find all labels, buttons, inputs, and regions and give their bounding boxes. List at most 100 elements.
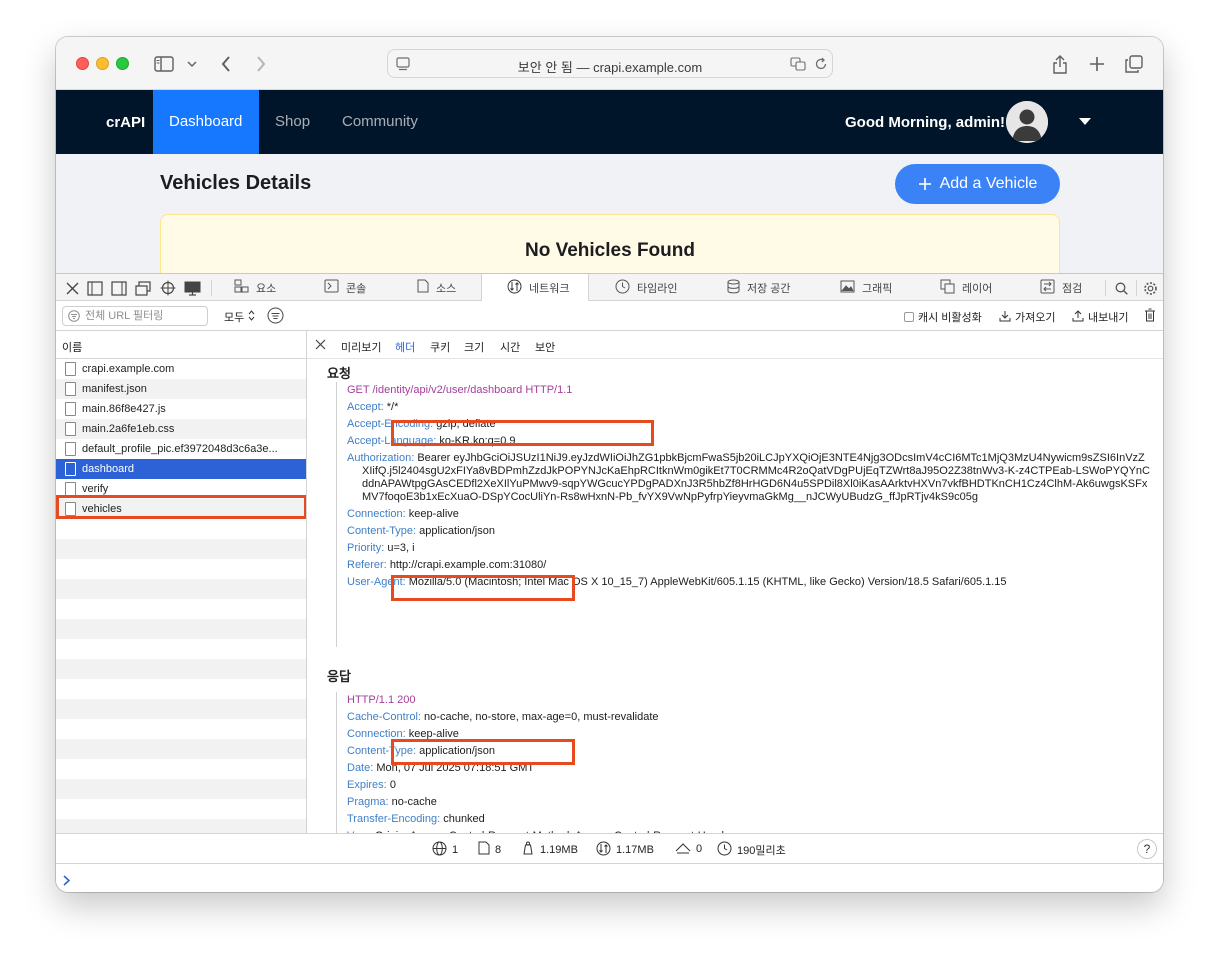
- disable-cache-checkbox[interactable]: [904, 312, 914, 322]
- close-window-button[interactable]: [76, 57, 89, 70]
- browser-toolbar: 보안 안 됨 — crapi.example.com: [56, 37, 1163, 90]
- tab-sources-label: 소스: [436, 282, 457, 295]
- name-column-header[interactable]: 이름: [56, 331, 306, 359]
- network-filter-bar: 전체 URL 필터링 모두 캐시 비활성화 가져오기 내보내기: [56, 301, 1163, 331]
- back-icon[interactable]: [218, 53, 234, 75]
- empty-row: [56, 679, 306, 699]
- tab-console[interactable]: 콘솔: [324, 274, 366, 301]
- tab-elements[interactable]: 요소: [234, 274, 276, 301]
- header-key: Connection:: [347, 508, 406, 520]
- divider: [1105, 280, 1106, 296]
- layers-icon: [940, 279, 955, 297]
- share-icon[interactable]: [1050, 53, 1070, 75]
- new-tab-icon[interactable]: [1087, 53, 1107, 75]
- load-time-value: 190밀리초: [737, 845, 786, 857]
- reload-icon[interactable]: [814, 57, 828, 76]
- search-icon[interactable]: [1113, 279, 1129, 297]
- empty-row: [56, 639, 306, 659]
- filter-options-icon[interactable]: [267, 307, 284, 324]
- element-picker-icon[interactable]: [160, 279, 176, 297]
- resource-name: verify: [82, 483, 109, 495]
- export-button[interactable]: 내보내기: [1072, 309, 1128, 325]
- clock-icon: [717, 841, 732, 859]
- tab-timing[interactable]: 시간: [500, 339, 520, 355]
- close-icon[interactable]: [315, 339, 326, 353]
- zoom-window-button[interactable]: [116, 57, 129, 70]
- tab-graphics-label: 그래픽: [862, 282, 893, 295]
- header-key: Pragma:: [347, 796, 389, 808]
- errors-count: 0: [675, 841, 702, 857]
- upload-icon: [1072, 309, 1084, 325]
- console-prompt[interactable]: [56, 863, 1163, 892]
- tab-audit-label: 점검: [1062, 282, 1083, 295]
- tab-sizes[interactable]: 크기: [464, 339, 484, 355]
- resource-row[interactable]: default_profile_pic.ef3972048d3c6a3e...: [56, 439, 306, 459]
- dock-bottom-icon[interactable]: [87, 279, 103, 297]
- help-button[interactable]: ?: [1137, 839, 1157, 859]
- html-icon: [65, 362, 76, 376]
- tab-storage[interactable]: 저장 공간: [727, 274, 791, 301]
- url-filter-input[interactable]: 전체 URL 필터링: [62, 306, 208, 326]
- resource-row[interactable]: manifest.json: [56, 379, 306, 399]
- nav-shop[interactable]: Shop: [259, 90, 326, 154]
- header-value: http://crapi.example.com:31080/: [389, 559, 547, 571]
- user-menu-caret-icon[interactable]: [1079, 118, 1091, 125]
- tab-layers-label: 레이어: [962, 282, 993, 295]
- close-icon[interactable]: [64, 279, 80, 297]
- address-bar[interactable]: 보안 안 됨 — crapi.example.com: [387, 49, 833, 78]
- tab-sources[interactable]: 소스: [417, 274, 456, 301]
- detach-window-icon[interactable]: [135, 279, 151, 297]
- domains-value: 1: [452, 844, 459, 856]
- tab-audit[interactable]: 점검: [1040, 274, 1082, 301]
- prompt-chevron-icon: [63, 873, 71, 891]
- gear-icon[interactable]: [1141, 279, 1159, 297]
- disable-cache-toggle[interactable]: 캐시 비활성화: [904, 309, 982, 325]
- resource-row[interactable]: crapi.example.com: [56, 359, 306, 379]
- tab-storage-label: 저장 공간: [747, 282, 791, 295]
- header-value: */*: [386, 401, 399, 413]
- translate-icon[interactable]: [790, 57, 806, 76]
- highlight-box: [391, 420, 654, 446]
- tab-layers[interactable]: 레이어: [940, 274, 992, 301]
- add-vehicle-button[interactable]: Add a Vehicle: [895, 164, 1060, 204]
- resource-row[interactable]: main.86f8e427.js: [56, 399, 306, 419]
- domains-count: 1: [432, 841, 458, 859]
- tab-cookies[interactable]: 쿠키: [430, 339, 450, 355]
- minimize-window-button[interactable]: [96, 57, 109, 70]
- chevron-down-icon[interactable]: [185, 53, 199, 75]
- header-value: no-cache: [391, 796, 437, 808]
- devtools-tab-bar: 요소 콘솔 소스 네트워크 타임라인 저장 공간 그래픽 레이어 점검: [56, 273, 1163, 301]
- console-icon: [324, 279, 339, 296]
- device-icon[interactable]: [183, 279, 201, 297]
- sidebar-toggle-icon[interactable]: [153, 53, 175, 75]
- errors-value: 0: [696, 843, 703, 855]
- tab-timelines[interactable]: 타임라인: [615, 274, 677, 301]
- document-icon: [417, 279, 429, 296]
- audit-icon: [1040, 279, 1055, 297]
- nav-dashboard[interactable]: Dashboard: [153, 90, 259, 154]
- header-key: Expires:: [347, 779, 387, 791]
- resource-type-select[interactable]: 모두: [224, 309, 255, 325]
- size-value: 1.17MB: [616, 844, 654, 856]
- nav-community[interactable]: Community: [326, 90, 434, 154]
- header-line: Pragma: no-cache: [347, 794, 1152, 811]
- avatar[interactable]: [1006, 101, 1048, 143]
- tab-security[interactable]: 보안: [535, 339, 555, 355]
- import-button[interactable]: 가져오기: [999, 309, 1055, 325]
- resource-row[interactable]: dashboard: [56, 459, 306, 479]
- dock-side-icon[interactable]: [111, 279, 127, 297]
- tab-network[interactable]: 네트워크: [481, 274, 589, 301]
- empty-row: [56, 559, 306, 579]
- page-title: Vehicles Details: [160, 172, 312, 194]
- brand-logo[interactable]: crAPI: [106, 114, 145, 131]
- tab-overview-icon[interactable]: [1124, 53, 1144, 75]
- header-line: Content-Type: application/json: [347, 523, 1152, 540]
- resource-row[interactable]: main.2a6fe1eb.css: [56, 419, 306, 439]
- resources-value: 8: [495, 843, 502, 856]
- disable-cache-label: 캐시 비활성화: [918, 312, 982, 324]
- tab-headers[interactable]: 헤더: [395, 339, 415, 355]
- tab-graphics[interactable]: 그래픽: [840, 274, 892, 301]
- forward-icon[interactable]: [253, 53, 269, 75]
- trash-icon[interactable]: [1144, 308, 1156, 322]
- tab-preview[interactable]: 미리보기: [341, 339, 381, 355]
